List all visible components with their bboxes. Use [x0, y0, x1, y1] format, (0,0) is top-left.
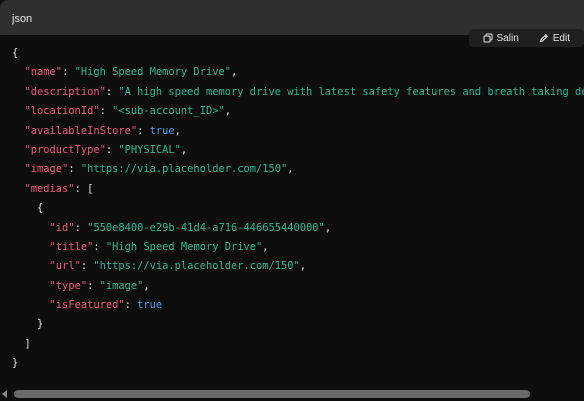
horizontal-scrollbar[interactable] — [0, 387, 584, 401]
json-punctuation: : — [93, 240, 106, 253]
code-block: json Salin Edit { "name": "High Speed Me… — [0, 0, 584, 401]
json-punctuation: } — [12, 357, 19, 370]
json-boolean: true — [149, 124, 175, 137]
json-string: "https://via.placeholder.com/150" — [80, 163, 288, 176]
json-punctuation: , — [230, 66, 238, 79]
json-key: "description" — [24, 85, 106, 98]
copy-icon — [483, 33, 493, 43]
json-punctuation: : — [124, 299, 138, 312]
code-line: "url": "https://via.placeholder.com/150"… — [12, 257, 584, 276]
json-punctuation: : — [105, 143, 119, 156]
json-punctuation — [12, 280, 50, 292]
json-punctuation — [12, 125, 25, 137]
json-key: "isFeatured" — [49, 299, 125, 312]
json-punctuation: : — [74, 221, 88, 234]
code-line: "availableInStore": true, — [12, 122, 584, 141]
json-key: "type" — [49, 279, 88, 292]
json-punctuation — [12, 66, 25, 78]
edit-button-label: Edit — [552, 32, 570, 44]
json-key: "id" — [49, 221, 75, 234]
json-punctuation: : — [62, 66, 75, 79]
code-line: { — [12, 199, 584, 218]
json-string: "A high speed memory drive with latest s… — [118, 85, 584, 98]
code-line: "title": "High Speed Memory Drive", — [12, 238, 584, 257]
json-punctuation: : — [105, 85, 119, 98]
code-line: "image": "https://via.placeholder.com/15… — [12, 160, 584, 179]
code-line: "locationId": "<sub-account_ID>", — [12, 102, 584, 121]
code-line: "id": "550e8400-e29b-41d4-a716-446655440… — [12, 219, 584, 238]
json-punctuation: , — [262, 240, 269, 253]
json-punctuation: } — [12, 318, 44, 331]
code-line: "type": "image", — [12, 277, 584, 296]
json-punctuation: : — [99, 105, 113, 118]
json-punctuation — [12, 183, 25, 195]
code-line: } — [12, 315, 584, 334]
json-punctuation: : [ — [74, 182, 94, 195]
json-string: "<sub-account_ID>" — [112, 105, 225, 118]
copy-button-label: Salin — [496, 32, 519, 44]
json-punctuation — [12, 241, 50, 253]
code-line: { — [12, 44, 584, 63]
json-punctuation: : — [137, 124, 150, 137]
json-key: "name" — [24, 66, 63, 79]
json-punctuation: : — [80, 260, 94, 273]
json-key: "availableInStore" — [24, 124, 138, 137]
code-content: { "name": "High Speed Memory Drive", "de… — [0, 44, 584, 387]
language-label: json — [12, 13, 33, 25]
edit-icon — [539, 33, 549, 43]
json-string: "image" — [99, 279, 144, 292]
json-punctuation — [12, 144, 25, 156]
json-punctuation: { — [12, 202, 44, 215]
json-punctuation: { — [12, 47, 19, 59]
json-punctuation: : — [87, 279, 100, 292]
json-punctuation: , — [143, 279, 150, 292]
json-punctuation — [12, 299, 50, 311]
scroll-left-arrow-icon[interactable] — [2, 390, 7, 398]
json-key: "medias" — [24, 182, 75, 195]
json-string: "PHYSICAL" — [118, 143, 181, 156]
code-line: ] — [12, 335, 584, 354]
json-punctuation — [12, 163, 25, 175]
json-string: "550e8400-e29b-41d4-a716-446655440000" — [87, 221, 325, 234]
json-punctuation — [12, 222, 50, 234]
json-punctuation: ] — [12, 337, 31, 350]
json-key: "productType" — [24, 143, 106, 156]
json-punctuation — [12, 105, 25, 117]
json-punctuation — [12, 260, 50, 272]
json-key: "image" — [24, 163, 69, 176]
json-key: "locationId" — [24, 105, 100, 118]
code-line: "isFeatured": true — [12, 296, 584, 315]
json-punctuation: , — [299, 260, 307, 273]
json-key: "url" — [49, 260, 81, 273]
scrollbar-thumb[interactable] — [14, 390, 530, 398]
json-key: "title" — [49, 240, 94, 253]
json-punctuation: , — [174, 124, 181, 137]
json-string: "High Speed Memory Drive" — [74, 66, 231, 79]
json-punctuation: , — [224, 105, 231, 118]
json-string: "High Speed Memory Drive" — [105, 240, 263, 253]
json-boolean: true — [137, 299, 163, 312]
json-punctuation: , — [180, 143, 188, 156]
code-line: "productType": "PHYSICAL", — [12, 141, 584, 160]
code-line: "description": "A high speed memory driv… — [12, 83, 584, 102]
code-line: "name": "High Speed Memory Drive", — [12, 63, 584, 82]
json-string: "https://via.placeholder.com/150" — [93, 260, 300, 273]
code-line: } — [12, 354, 584, 373]
json-punctuation: : — [68, 163, 81, 176]
json-punctuation: , — [287, 163, 294, 176]
code-line: "medias": [ — [12, 180, 584, 199]
json-punctuation — [12, 86, 25, 98]
json-punctuation: , — [324, 221, 332, 234]
